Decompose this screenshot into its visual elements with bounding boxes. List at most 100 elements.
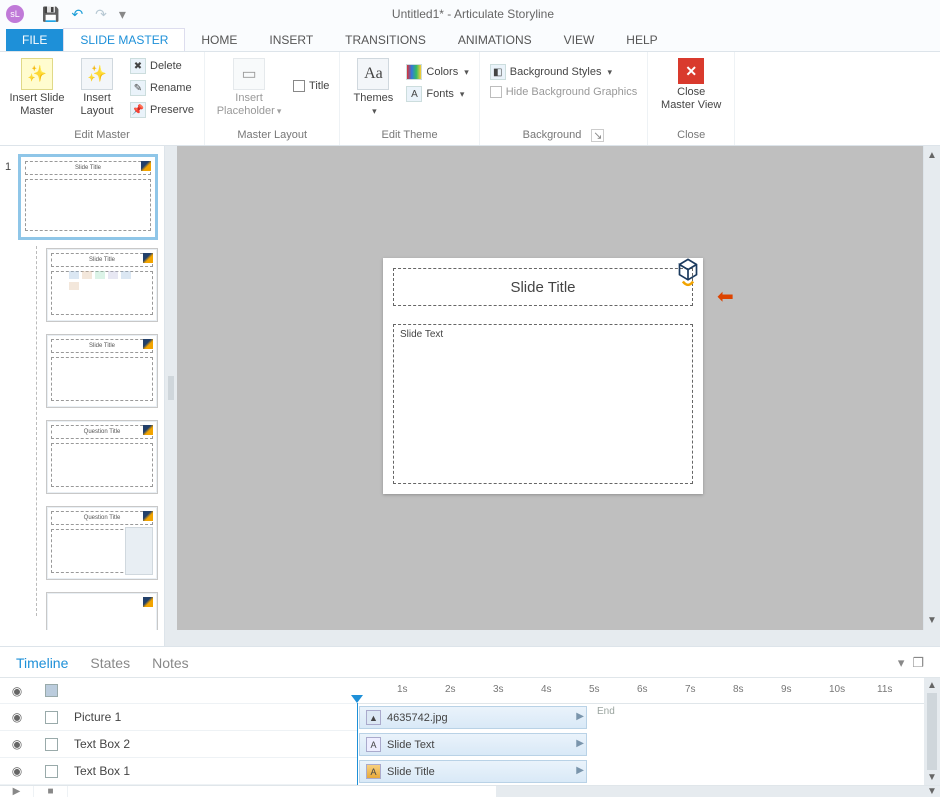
scroll-down-icon[interactable]: ▼: [924, 786, 940, 797]
background-styles-button[interactable]: ◧Background Styles▾: [488, 62, 639, 82]
timeline-row[interactable]: ◉Picture 1: [0, 704, 357, 731]
save-icon[interactable]: 💾: [42, 6, 59, 23]
ribbon-tabs: FILE SLIDE MASTER HOME INSERT TRANSITION…: [0, 28, 940, 52]
rename-icon: ✎: [130, 80, 146, 96]
logo-icon: [671, 256, 705, 290]
master-number: 1: [5, 161, 11, 173]
scroll-up-icon[interactable]: ▲: [927, 680, 937, 691]
slide-master-icon: ✨: [21, 58, 53, 90]
group-edit-theme: Aa Themes▾ Colors▾ AFonts▾ Edit Theme: [340, 52, 479, 145]
timeline-clip[interactable]: ▲4635742.jpg▶: [359, 706, 587, 729]
ruler-tick: 9s: [781, 684, 792, 695]
title-placeholder[interactable]: Slide Title: [393, 268, 693, 306]
preserve-icon: 📌: [130, 102, 146, 118]
lock-toggle[interactable]: [34, 711, 68, 724]
visibility-toggle[interactable]: ◉: [0, 764, 34, 778]
lock-toggle[interactable]: [34, 738, 68, 751]
fonts-icon: A: [406, 86, 422, 102]
timeline-tracks[interactable]: 1s2s3s4s5s6s7s8s9s10s11s ▲4635742.jpg▶AS…: [357, 678, 924, 785]
clip-label: Slide Title: [387, 766, 435, 778]
tab-view[interactable]: VIEW: [548, 29, 611, 51]
ruler-tick: 4s: [541, 684, 552, 695]
hide-background-checkbox[interactable]: Hide Background Graphics: [488, 84, 639, 100]
layout-thumbnail[interactable]: Question Title: [46, 506, 158, 580]
lock-header-icon[interactable]: [34, 684, 68, 697]
undock-panel-icon[interactable]: ❐: [912, 655, 924, 671]
group-label-edit-theme: Edit Theme: [382, 127, 438, 143]
layout-thumbnail[interactable]: Slide Title: [46, 334, 158, 408]
timeline-ruler[interactable]: 1s2s3s4s5s6s7s8s9s10s11s: [357, 678, 924, 704]
layout-thumbnail[interactable]: Question Title: [46, 420, 158, 494]
layout-thumbnail[interactable]: Slide Title: [46, 248, 158, 322]
insert-slide-master-button[interactable]: ✨ Insert Slide Master: [8, 56, 66, 117]
body-placeholder[interactable]: Slide Text: [393, 324, 693, 484]
redo-icon[interactable]: ↷: [95, 6, 107, 23]
dialog-launcher-icon[interactable]: ↘: [591, 129, 604, 142]
ruler-tick: 11s: [877, 684, 892, 695]
tab-insert[interactable]: INSERT: [253, 29, 329, 51]
tab-states[interactable]: States: [90, 655, 130, 671]
clip-handle-icon[interactable]: ▶: [576, 738, 584, 749]
tab-notes[interactable]: Notes: [152, 655, 189, 671]
timeline-vertical-scrollbar[interactable]: ▲ ▼: [924, 678, 940, 785]
title-checkbox[interactable]: Title: [291, 78, 331, 94]
timeline-horizontal-scrollbar[interactable]: [496, 786, 924, 797]
play-button[interactable]: ▶: [0, 786, 34, 797]
logo-icon: [143, 597, 153, 607]
timeline-clip[interactable]: ASlide Title▶: [359, 760, 587, 783]
horizontal-scrollbar[interactable]: [177, 630, 924, 646]
delete-button[interactable]: ✖Delete: [128, 56, 196, 76]
master-thumbnail[interactable]: 1 Slide Title: [18, 154, 158, 240]
visibility-toggle[interactable]: ◉: [0, 710, 34, 724]
tab-home[interactable]: HOME: [185, 29, 253, 51]
group-background: ◧Background Styles▾ Hide Background Grap…: [480, 52, 648, 145]
visibility-toggle[interactable]: ◉: [0, 737, 34, 751]
clip-type-icon: A: [366, 737, 381, 752]
clip-handle-icon[interactable]: ▶: [576, 711, 584, 722]
scroll-down-icon[interactable]: ▼: [927, 611, 937, 630]
layout-thumbnail[interactable]: [46, 592, 158, 630]
visibility-header-icon[interactable]: ◉: [0, 684, 34, 698]
splitter[interactable]: [165, 146, 177, 630]
ribbon: ✨ Insert Slide Master ✨ Insert Layout ✖D…: [0, 52, 940, 146]
tab-slide-master[interactable]: SLIDE MASTER: [63, 28, 185, 51]
bottom-panel: Timeline States Notes ▾ ❐ ◉ ◉Picture 1◉T…: [0, 646, 940, 796]
fonts-button[interactable]: AFonts▾: [404, 84, 470, 104]
timeline-row[interactable]: ◉ Text Box 2: [0, 731, 357, 758]
timeline-clip[interactable]: ASlide Text▶: [359, 733, 587, 756]
object-name: Text Box 2: [68, 737, 357, 751]
layout-icon: ✨: [81, 58, 113, 90]
ruler-tick: 7s: [685, 684, 696, 695]
close-icon: ✕: [678, 58, 704, 84]
themes-button[interactable]: Aa Themes▾: [348, 56, 398, 117]
lock-toggle[interactable]: [34, 765, 68, 778]
rename-button[interactable]: ✎Rename: [128, 78, 196, 98]
group-label-background: Background↘: [523, 127, 605, 143]
playhead-icon[interactable]: [351, 695, 363, 703]
colors-icon: [406, 64, 422, 80]
ruler-tick: 8s: [733, 684, 744, 695]
tab-help[interactable]: HELP: [610, 29, 673, 51]
colors-button[interactable]: Colors▾: [404, 62, 470, 82]
window-title: Untitled1* - Articulate Storyline: [126, 7, 820, 21]
qat-more-icon[interactable]: ▾: [119, 6, 126, 23]
vertical-scrollbar[interactable]: ▲ ▼: [924, 146, 940, 630]
undo-icon[interactable]: ↶: [71, 6, 83, 23]
tab-file[interactable]: FILE: [6, 29, 63, 51]
insert-layout-button[interactable]: ✨ Insert Layout: [72, 56, 122, 117]
tab-animations[interactable]: ANIMATIONS: [442, 29, 548, 51]
preserve-button[interactable]: 📌Preserve: [128, 100, 196, 120]
slide-thumbnails-panel: 1 Slide Title Slide Title Slide Title Ques…: [0, 146, 165, 630]
scroll-down-icon[interactable]: ▼: [927, 772, 937, 783]
playhead-line: [357, 703, 358, 785]
insert-placeholder-button[interactable]: ▭ Insert Placeholder▾: [213, 56, 285, 117]
close-master-view-button[interactable]: ✕ Close Master View: [656, 56, 726, 111]
collapse-panel-icon[interactable]: ▾: [898, 655, 905, 671]
tab-transitions[interactable]: TRANSITIONS: [329, 29, 442, 51]
scroll-up-icon[interactable]: ▲: [927, 146, 937, 165]
clip-handle-icon[interactable]: ▶: [576, 765, 584, 776]
tab-timeline[interactable]: Timeline: [16, 655, 68, 671]
slide-canvas[interactable]: Slide Title Slide Text ⬅: [177, 146, 924, 630]
stop-button[interactable]: ■: [34, 786, 68, 797]
slide: Slide Title Slide Text: [383, 258, 703, 494]
